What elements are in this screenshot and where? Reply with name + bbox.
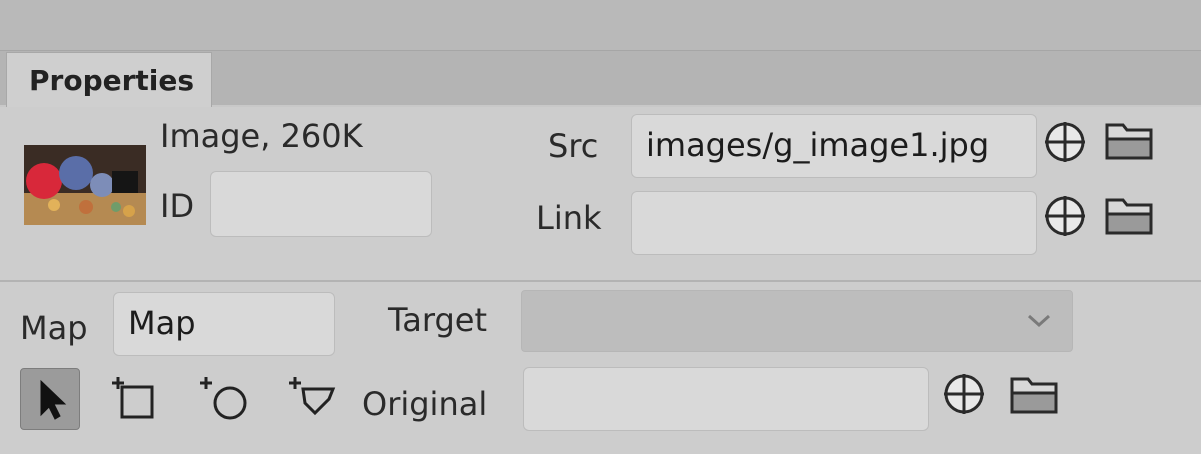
tab-properties[interactable]: Properties xyxy=(6,52,212,108)
original-label: Original xyxy=(362,385,488,423)
map-label: Map xyxy=(20,309,88,347)
original-field[interactable] xyxy=(523,367,929,431)
src-field[interactable]: images/g_image1.jpg xyxy=(631,114,1037,178)
image-summary: Image, 260K xyxy=(160,117,363,155)
folder-icon[interactable] xyxy=(1104,117,1154,163)
crosshair-icon[interactable] xyxy=(941,371,987,417)
crosshair-icon[interactable] xyxy=(1042,193,1088,239)
link-label: Link xyxy=(536,199,602,237)
circle-hotspot-icon[interactable] xyxy=(198,373,252,423)
folder-icon[interactable] xyxy=(1104,192,1154,238)
folder-icon[interactable] xyxy=(1009,371,1059,417)
section-divider xyxy=(0,280,1201,282)
link-field[interactable] xyxy=(631,191,1037,255)
panel-title-bar xyxy=(0,0,1201,51)
map-name-field[interactable]: Map xyxy=(113,292,335,356)
image-thumbnail xyxy=(24,145,146,225)
id-label: ID xyxy=(160,187,195,225)
crosshair-icon[interactable] xyxy=(1042,119,1088,165)
chevron-down-icon xyxy=(1027,314,1051,328)
polygon-hotspot-icon[interactable] xyxy=(287,373,341,423)
id-field[interactable] xyxy=(210,171,432,237)
pointer-icon xyxy=(40,379,67,420)
pointer-hotspot-tool[interactable] xyxy=(20,368,80,430)
rectangle-hotspot-icon[interactable] xyxy=(110,373,160,423)
src-label: Src xyxy=(548,127,599,165)
target-select[interactable] xyxy=(521,290,1073,352)
target-label: Target xyxy=(388,301,487,339)
